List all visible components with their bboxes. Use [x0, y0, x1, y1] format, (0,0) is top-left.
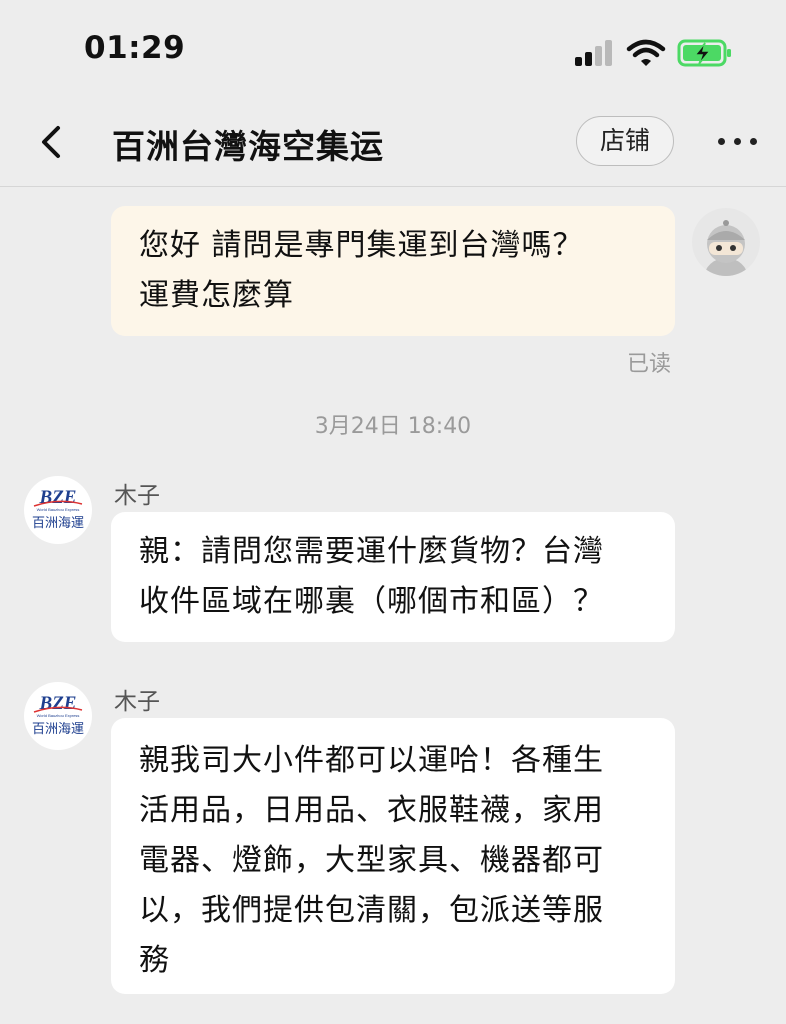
- message-timestamp: 3月24日 18:40: [314, 414, 472, 439]
- svg-text:World Bauzhou Express: World Bauzhou Express: [37, 507, 80, 512]
- outgoing-message[interactable]: 您好 請問是專門集運到台灣嗎？ 運費怎麼算: [111, 206, 675, 336]
- message-line: 收件區域在哪裏（哪個市和區）？: [139, 584, 604, 619]
- sender-name: 木子: [114, 689, 160, 715]
- svg-text:BZE: BZE: [39, 693, 77, 714]
- incoming-message[interactable]: 親：請問您需要運什麼貨物？台灣 收件區域在哪裏（哪個市和區）？: [111, 512, 675, 642]
- wifi-icon: [626, 39, 666, 66]
- store-button[interactable]: 店铺: [576, 116, 674, 166]
- message-line: 活用品，日用品、衣服鞋襪，家用: [139, 793, 604, 828]
- shop-avatar[interactable]: BZE World Bauzhou Express 百洲海運: [24, 476, 92, 544]
- battery-charging-icon: [677, 39, 731, 67]
- message-line: 以，我們提供包清關，包派送等服: [139, 893, 604, 928]
- back-chevron-icon[interactable]: [34, 122, 68, 162]
- shop-avatar[interactable]: BZE World Bauzhou Express 百洲海運: [24, 682, 92, 750]
- message-line: 親：請問您需要運什麼貨物？台灣: [139, 534, 604, 569]
- incoming-message[interactable]: 親我司大小件都可以運哈！各種生 活用品，日用品、衣服鞋襪，家用 電器、燈飾，大型…: [111, 718, 675, 994]
- svg-text:百洲海運: 百洲海運: [32, 722, 84, 737]
- message-line: 務: [139, 943, 170, 978]
- message-line: 您好 請問是專門集運到台灣嗎？: [139, 228, 584, 263]
- message-line: 親我司大小件都可以運哈！各種生: [139, 743, 604, 778]
- sender-name: 木子: [114, 483, 160, 509]
- more-dots-icon[interactable]: [716, 136, 758, 148]
- user-avatar-icon[interactable]: [692, 208, 760, 276]
- navigation-bar: 百洲台灣海空集运 店铺: [0, 100, 786, 187]
- message-line: 運費怎麼算: [139, 278, 294, 313]
- status-time: 01:29: [84, 30, 186, 66]
- svg-text:BZE: BZE: [39, 487, 77, 508]
- page-title: 百洲台灣海空集运: [112, 127, 384, 166]
- message-line: 電器、燈飾，大型家具、機器都可: [139, 843, 604, 878]
- svg-text:World Bauzhou Express: World Bauzhou Express: [37, 713, 80, 718]
- read-status: 已读: [627, 352, 672, 377]
- signal-icon: [575, 40, 615, 66]
- svg-text:百洲海運: 百洲海運: [32, 516, 84, 531]
